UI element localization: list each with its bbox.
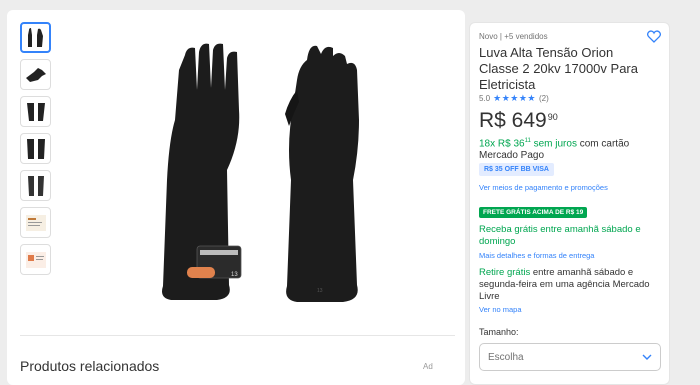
- product-main-image[interactable]: 13 13: [157, 30, 371, 312]
- payment-methods-link[interactable]: Ver meios de pagamento e promoções: [479, 183, 608, 192]
- condition-line: Novo | +5 vendidos: [479, 32, 548, 41]
- rating-value: 5.0: [479, 94, 491, 103]
- thumbnail-4[interactable]: [20, 133, 51, 164]
- condition-text: Novo: [479, 32, 498, 41]
- thumbnail-1[interactable]: [20, 22, 51, 53]
- gallery-card: 13 13 Produtos relacionados Ad: [7, 10, 465, 385]
- free-shipping-badge: FRETE GRÁTIS ACIMA DE R$ 19: [479, 207, 588, 218]
- installments-interest: sem juros: [530, 138, 577, 150]
- installments-amount: 18x R$ 36: [479, 138, 525, 150]
- svg-text:13: 13: [231, 272, 238, 278]
- thumbnail-7[interactable]: [20, 244, 51, 275]
- buy-box: Novo | +5 vendidos Luva Alta Tensão Orio…: [469, 22, 670, 385]
- pickup-text: Retire grátis entre amanhã sábado e segu…: [479, 267, 664, 303]
- view-map-link[interactable]: Ver no mapa: [479, 305, 522, 314]
- price: R$ 649 90: [479, 109, 558, 133]
- product-title: Luva Alta Tensão Orion Classe 2 20kv 170…: [479, 45, 638, 92]
- size-select-value: Escolha: [488, 352, 524, 363]
- product-page: 13 13 Produtos relacionados Ad Novo | +5…: [0, 0, 700, 385]
- price-cents: 90: [547, 112, 558, 122]
- thumbnail-6[interactable]: [20, 207, 51, 238]
- delivery-details-link[interactable]: Mais detalhes e formas de entrega: [479, 251, 594, 260]
- chevron-down-icon: [642, 353, 652, 364]
- installments-text: 18x R$ 3611 sem juros com cartão Mercado…: [479, 135, 665, 162]
- thumbnail-2[interactable]: [20, 59, 51, 90]
- delivery-text: Receba grátis entre amanhã sábado e domi…: [479, 224, 641, 247]
- rating-stars-icon: ★★★★★: [493, 93, 536, 103]
- price-main: R$ 649: [479, 109, 547, 132]
- thumbnail-5[interactable]: [20, 170, 51, 201]
- section-divider: [20, 335, 455, 336]
- pickup-free: Retire grátis: [479, 267, 531, 278]
- related-products-title: Produtos relacionados: [20, 358, 160, 374]
- size-label: Tamanho:: [479, 327, 519, 337]
- svg-text:13: 13: [317, 288, 323, 294]
- size-select[interactable]: Escolha: [479, 343, 661, 371]
- condition-separator: |: [499, 32, 502, 41]
- ad-label: Ad: [423, 362, 433, 371]
- rating-row[interactable]: 5.0 ★★★★★ (2): [479, 93, 549, 104]
- gloves-image: 13 13: [162, 43, 359, 303]
- favorite-heart-icon[interactable]: [646, 30, 662, 48]
- sold-count: +5 vendidos: [504, 32, 548, 41]
- thumbnail-list: [20, 22, 51, 281]
- rating-count: (2): [538, 94, 549, 103]
- thumbnail-3[interactable]: [20, 96, 51, 127]
- promo-badge: R$ 35 OFF BB VISA: [479, 163, 554, 176]
